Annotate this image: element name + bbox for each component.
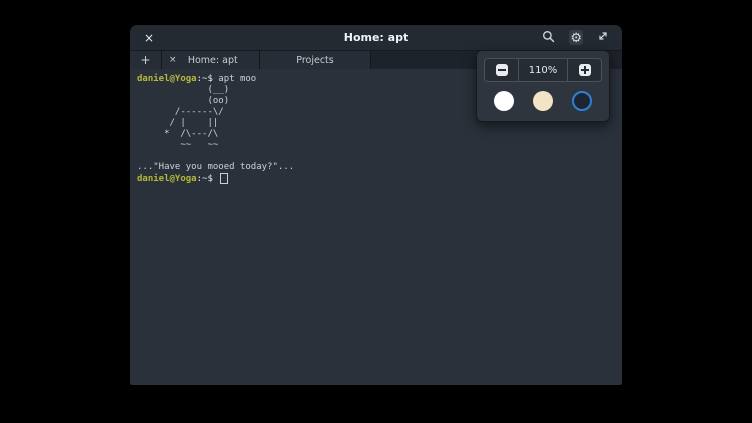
prompt-user-host: daniel@Yoga (137, 74, 197, 84)
search-button[interactable] (541, 29, 556, 47)
expand-arrows-icon (597, 30, 609, 45)
window-close-button[interactable]: × (140, 30, 158, 46)
tab-home-apt[interactable]: × Home: apt (162, 51, 260, 69)
terminal-cursor (220, 173, 228, 184)
zoom-out-icon (496, 64, 508, 76)
settings-popup: 110% (476, 50, 610, 122)
prompt-user-host: daniel@Yoga (137, 174, 197, 184)
prompt-path: :~$ (197, 74, 213, 84)
theme-sepia-swatch[interactable] (533, 91, 553, 111)
tab-label: Home: apt (183, 55, 259, 66)
settings-button[interactable]: ⚙ (569, 30, 583, 45)
tab-close-icon[interactable]: × (169, 55, 177, 65)
zoom-in-icon (579, 64, 591, 76)
fullscreen-button[interactable] (596, 29, 610, 46)
theme-light-swatch[interactable] (494, 91, 514, 111)
theme-selector (484, 82, 602, 114)
gear-icon: ⚙ (570, 31, 582, 44)
prompt-path: :~$ (197, 174, 219, 184)
zoom-level: 110% (519, 59, 567, 81)
prompt-line: daniel@Yoga:~$ (137, 173, 615, 185)
theme-dark-swatch[interactable] (572, 91, 592, 111)
tab-label: Projects (296, 55, 333, 66)
command-text: apt moo (213, 74, 256, 84)
search-icon (542, 30, 555, 46)
new-tab-button[interactable]: + (130, 51, 162, 69)
zoom-out-button[interactable] (485, 59, 519, 81)
zoom-controls: 110% (484, 58, 602, 82)
moo-message: ..."Have you mooed today?"... (137, 162, 615, 173)
titlebar: × Home: apt ⚙ (130, 25, 622, 51)
titlebar-actions: ⚙ (541, 29, 610, 47)
tab-projects[interactable]: Projects (260, 51, 371, 69)
zoom-in-button[interactable] (567, 59, 601, 81)
